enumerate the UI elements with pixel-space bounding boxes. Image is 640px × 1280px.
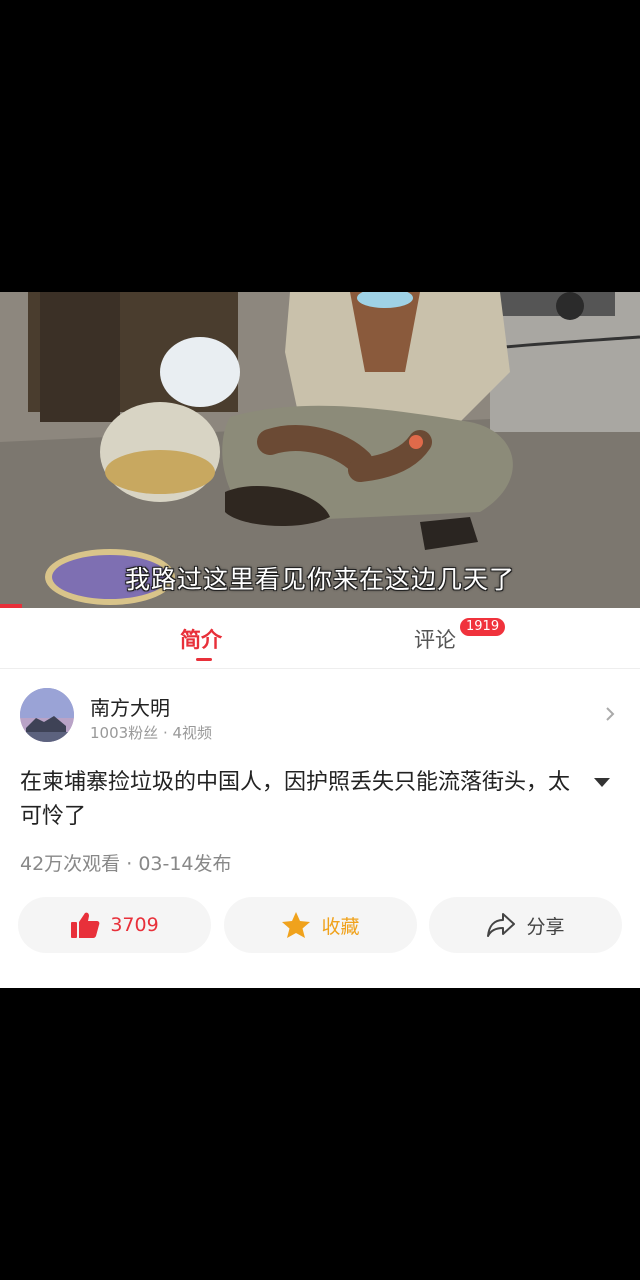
comments-count-badge: 1919: [460, 618, 506, 636]
share-label: 分享: [526, 915, 565, 938]
active-tab-indicator: [196, 658, 212, 661]
tab-comments[interactable]: 评论: [414, 624, 456, 654]
avatar[interactable]: [20, 688, 74, 742]
action-bar: 3709 收藏 分享: [18, 897, 622, 953]
chevron-right-icon[interactable]: [600, 704, 620, 724]
tab-intro[interactable]: 简介: [180, 624, 222, 654]
like-button[interactable]: 3709: [18, 897, 211, 953]
tab-bar: 简介 评论 1919: [0, 608, 640, 669]
follower-count: 1003粉丝: [90, 724, 159, 742]
stats-separator: ·: [120, 853, 139, 875]
like-count: 3709: [110, 914, 159, 936]
avatar-image: [20, 688, 74, 742]
author-name[interactable]: 南方大明: [90, 692, 170, 721]
video-subtitle: 我路过这里看见你来在这边几天了: [124, 565, 515, 594]
view-count: 42万次观看: [20, 853, 121, 875]
star-icon: [282, 912, 311, 938]
meta-separator: ·: [158, 724, 173, 742]
publish-date: 03-14发布: [138, 853, 232, 875]
share-button[interactable]: 分享: [429, 897, 622, 953]
favorite-button[interactable]: 收藏: [224, 897, 417, 953]
author-row[interactable]: 南方大明 1003粉丝 · 4视频: [20, 688, 620, 748]
expand-triangle-icon[interactable]: [594, 778, 610, 787]
video-player[interactable]: 我路过这里看见你来在这边几天了: [0, 292, 640, 608]
share-arrow-icon: [487, 913, 516, 937]
author-stats: 1003粉丝 · 4视频: [90, 722, 212, 743]
video-info-panel: 简介 评论 1919 南方大明 1003粉丝 · 4视频 在柬埔寨捡垃圾的中国人…: [0, 608, 640, 988]
video-count: 4视频: [172, 724, 213, 742]
video-title: 在柬埔寨捡垃圾的中国人，因护照丢失只能流落街头，太可怜了: [20, 770, 571, 829]
favorite-label: 收藏: [321, 915, 360, 938]
view-stats: 42万次观看 · 03-14发布: [20, 849, 232, 876]
thumbs-up-icon: [71, 912, 100, 938]
